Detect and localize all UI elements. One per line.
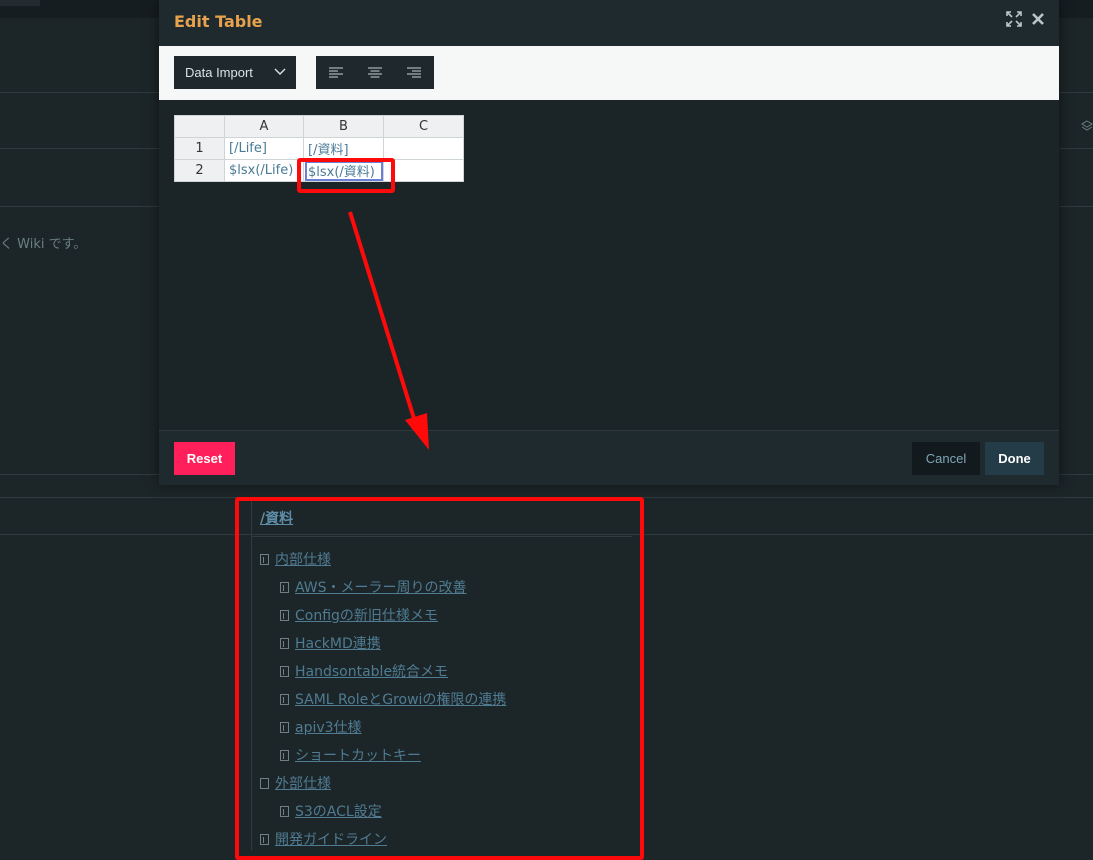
annotation-arrow [348,211,429,450]
